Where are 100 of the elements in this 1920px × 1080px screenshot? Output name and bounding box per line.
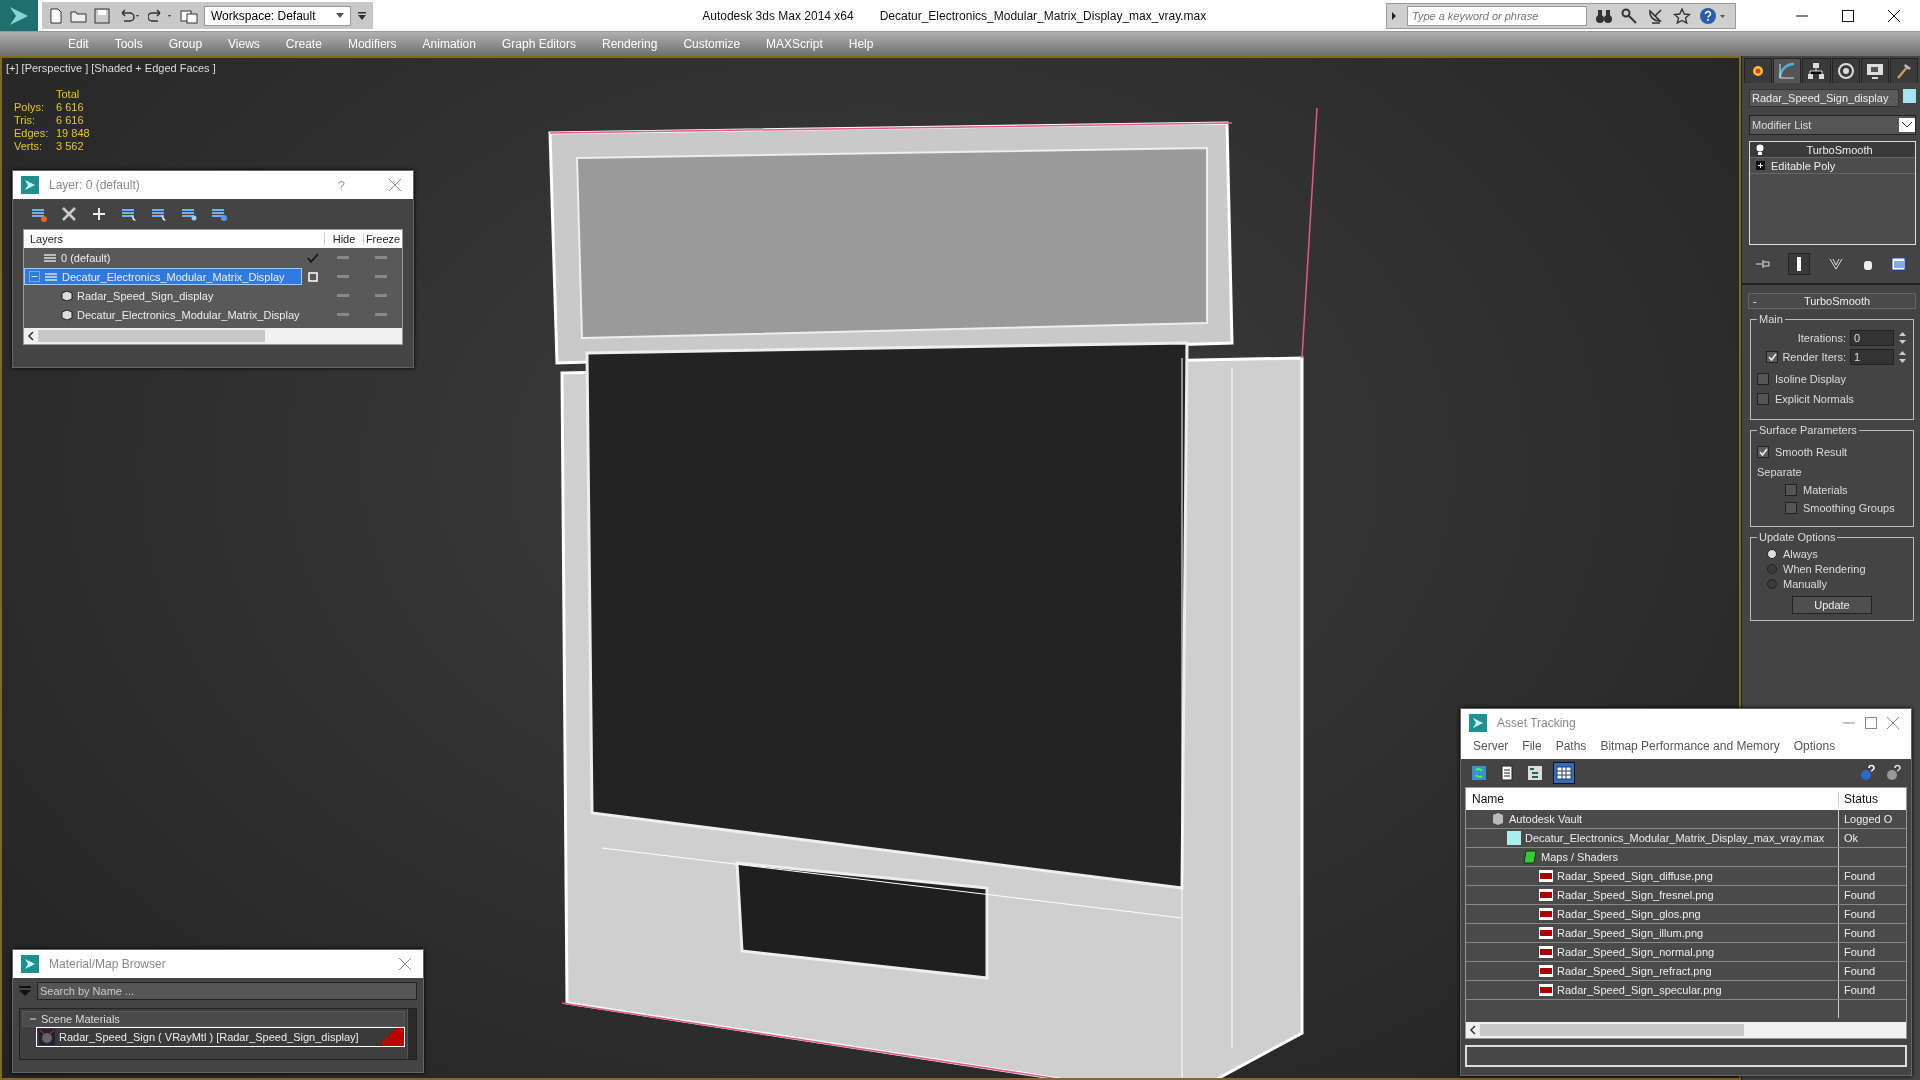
spinner-arrows-icon[interactable] bbox=[1898, 331, 1907, 345]
freeze-toggle[interactable] bbox=[375, 275, 387, 278]
new-file-icon[interactable] bbox=[48, 7, 64, 24]
checkbox[interactable] bbox=[1766, 351, 1779, 363]
checkbox-label: Explicit Normals bbox=[1775, 393, 1854, 405]
layer-name: Decatur_Electronics_Modular_Matrix_Display bbox=[62, 270, 285, 283]
menu-item[interactable]: Options bbox=[1793, 739, 1836, 753]
checkbox-label: Isoline Display bbox=[1775, 373, 1846, 385]
checkbox-icon[interactable] bbox=[308, 271, 318, 282]
app-logo-icon bbox=[21, 176, 39, 194]
satellite-dish-icon[interactable] bbox=[1647, 7, 1665, 24]
material-item[interactable]: Radar_Speed_Sign ( VRayMtl ) [Radar_Speed_Sign_display] bbox=[36, 1027, 405, 1047]
menu-item[interactable]: Paths bbox=[1555, 739, 1587, 753]
group-title: Update Options bbox=[1758, 531, 1837, 543]
column-header[interactable]: Freeze bbox=[363, 233, 402, 245]
column-header[interactable]: Hide bbox=[324, 233, 363, 245]
caret-icon[interactable] bbox=[335, 13, 344, 18]
search-field[interactable]: Search by Name ... bbox=[37, 982, 417, 1000]
freeze-toggle[interactable] bbox=[375, 256, 387, 259]
checkbox-label: Smooth Result bbox=[1775, 446, 1848, 458]
asset-name: Radar_Speed_Sign_diffuse.png bbox=[1557, 870, 1713, 882]
collapse-icon[interactable] bbox=[29, 271, 40, 282]
spinner-arrows-icon[interactable] bbox=[1898, 350, 1907, 364]
asset-name: Radar_Speed_Sign_refract.png bbox=[1557, 965, 1712, 977]
render-iters-spinner[interactable]: 1 bbox=[1850, 349, 1894, 365]
horizontal-scrollbar[interactable] bbox=[1466, 1022, 1906, 1038]
viewport-label[interactable]: [+] [Perspective ] [Shaded + Edged Faces ] bbox=[6, 62, 216, 74]
asset-name: Radar_Speed_Sign_normal.png bbox=[1557, 946, 1715, 958]
layer-row[interactable]: Radar_Speed_Sign_display bbox=[24, 287, 302, 304]
stat-label: Verts: bbox=[14, 140, 44, 152]
layer-name: 0 (default) bbox=[61, 251, 111, 264]
folder-icon bbox=[1523, 850, 1537, 864]
hide-toggle[interactable] bbox=[337, 294, 349, 297]
end-result-icon[interactable] bbox=[1788, 253, 1811, 275]
radio-button[interactable] bbox=[1767, 549, 1777, 559]
group-header[interactable]: Scene Materials bbox=[22, 1011, 405, 1027]
checkbox[interactable] bbox=[1757, 446, 1769, 458]
menu-item[interactable]: File bbox=[1522, 739, 1542, 753]
asset-status: Found bbox=[1844, 984, 1876, 996]
delete-icon[interactable] bbox=[59, 205, 79, 223]
save-icon[interactable] bbox=[94, 7, 110, 24]
radio-button[interactable] bbox=[1767, 564, 1777, 574]
pin-icon[interactable] bbox=[1754, 257, 1771, 271]
dropdown-arrow-icon[interactable] bbox=[356, 10, 367, 21]
workspace-dropdown[interactable]: Workspace: Default bbox=[204, 5, 351, 26]
close-icon[interactable] bbox=[1888, 9, 1900, 22]
group-title: Main bbox=[1758, 313, 1784, 325]
vertical-scrollbar[interactable] bbox=[407, 1009, 416, 1059]
help-icon[interactable] bbox=[1885, 764, 1903, 782]
freeze-toggle[interactable] bbox=[375, 313, 387, 316]
menu-item[interactable]: Server bbox=[1473, 739, 1509, 753]
path-field[interactable] bbox=[1465, 1045, 1907, 1067]
horizontal-scrollbar[interactable] bbox=[24, 328, 402, 344]
iterations-spinner[interactable]: 0 bbox=[1850, 330, 1894, 346]
help-icon[interactable] bbox=[1859, 764, 1877, 782]
help-icon[interactable] bbox=[1699, 6, 1727, 25]
object-color-swatch[interactable] bbox=[1903, 89, 1916, 103]
menu-item[interactable]: Bitmap Performance and Memory bbox=[1600, 739, 1780, 753]
layer-row[interactable]: 0 (default) bbox=[24, 249, 302, 266]
hide-toggle[interactable] bbox=[337, 275, 349, 278]
modifier-stack-item[interactable]: Editable Poly bbox=[1750, 158, 1915, 174]
asset-status: Found bbox=[1844, 927, 1876, 939]
hide-toggle[interactable] bbox=[337, 313, 349, 316]
hammer-tab[interactable] bbox=[1889, 58, 1919, 83]
layer-row[interactable]: Decatur_Electronics_Modular_Matrix_Display bbox=[24, 268, 302, 285]
checkbox[interactable] bbox=[1757, 393, 1769, 405]
object-name-field[interactable]: Radar_Speed_Sign_display bbox=[1749, 89, 1899, 107]
file-name: Decatur_Electronics_Modular_Matrix_Display_max_vray.max bbox=[879, 8, 1207, 23]
expand-icon[interactable] bbox=[1756, 161, 1765, 170]
radio-button[interactable] bbox=[1767, 579, 1777, 589]
maximize-icon[interactable] bbox=[1842, 9, 1854, 22]
lightbulb-icon[interactable] bbox=[1756, 144, 1764, 155]
checkbox[interactable] bbox=[1785, 502, 1797, 514]
stat-value: 6 616 bbox=[56, 101, 85, 113]
hide-toggle[interactable] bbox=[337, 256, 349, 259]
redo-icon[interactable] bbox=[148, 7, 174, 24]
image-file-icon bbox=[1539, 870, 1553, 882]
stat-value: 3 562 bbox=[56, 140, 85, 152]
modifier-stack-item[interactable]: TurboSmooth bbox=[1750, 142, 1915, 158]
update-button[interactable]: Update bbox=[1792, 596, 1872, 614]
collapse-icon[interactable] bbox=[29, 1015, 37, 1023]
column-header[interactable]: Layers bbox=[24, 233, 302, 245]
chevron-icon[interactable] bbox=[1899, 118, 1915, 132]
checkbox[interactable] bbox=[1785, 484, 1797, 496]
freeze-toggle[interactable] bbox=[375, 294, 387, 297]
field-label: Iterations: bbox=[1797, 332, 1846, 344]
binoculars-icon[interactable] bbox=[1595, 7, 1613, 24]
configure-icon[interactable] bbox=[1891, 257, 1908, 271]
search-field[interactable]: Type a keyword or phrase bbox=[1407, 5, 1587, 26]
server-icon bbox=[1491, 812, 1505, 826]
app-logo-button[interactable] bbox=[0, 0, 38, 31]
column-header[interactable]: Status bbox=[1838, 792, 1906, 806]
checkbox[interactable] bbox=[1757, 373, 1769, 385]
column-header[interactable]: Name bbox=[1466, 792, 1838, 806]
star-icon[interactable] bbox=[1673, 7, 1691, 24]
check-icon[interactable] bbox=[307, 252, 319, 263]
layer-name: Radar_Speed_Sign_display bbox=[77, 289, 214, 302]
layer-row[interactable]: Decatur_Electronics_Modular_Matrix_Display bbox=[24, 306, 302, 323]
modifier-list-dropdown[interactable]: Modifier List bbox=[1749, 115, 1916, 135]
rollout-header[interactable]: - TurboSmooth bbox=[1748, 293, 1916, 309]
